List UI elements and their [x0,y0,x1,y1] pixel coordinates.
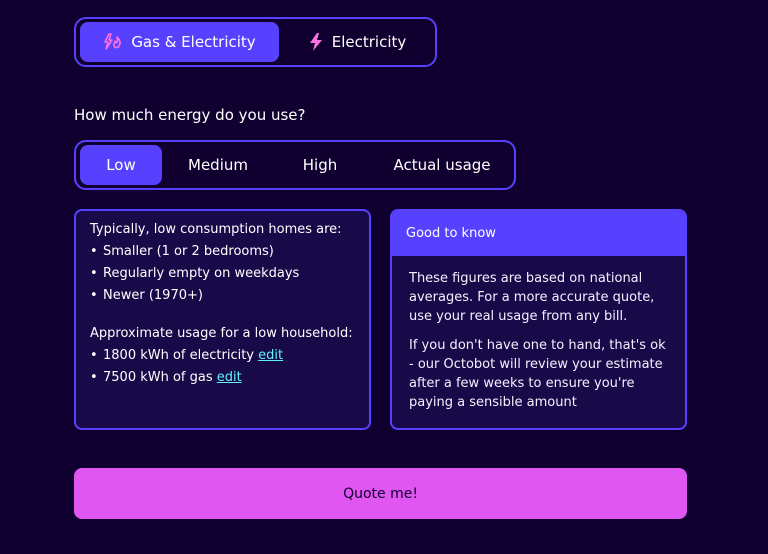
usage-option-low[interactable]: Low [80,145,162,185]
electricity-option[interactable]: Electricity [280,22,434,62]
quote-button[interactable]: Quote me! [74,468,687,519]
usage-option-high[interactable]: High [274,145,366,185]
gas-usage-item: 7500 kWh of gas edit [90,370,355,385]
list-item: Newer (1970+) [90,288,355,303]
list-item: Smaller (1 or 2 bedrooms) [90,244,355,259]
gas-electricity-option[interactable]: Gas & Electricity [80,22,279,62]
good-to-know-title: Good to know [392,211,685,256]
usage-level-toggle: Low Medium High Actual usage [74,140,516,190]
usage-option-actual[interactable]: Actual usage [372,145,512,185]
traits-list: Smaller (1 or 2 bedrooms) Regularly empt… [90,244,355,303]
fuel-type-toggle: Gas & Electricity Electricity [74,17,437,67]
usage-question: How much energy do you use? [74,106,306,124]
edit-electricity-link[interactable]: edit [258,348,283,363]
usage-estimate-list: 1800 kWh of electricity edit 7500 kWh of… [90,348,355,385]
good-to-know-card: Good to know These figures are based on … [390,209,687,430]
electricity-usage-item: 1800 kWh of electricity edit [90,348,355,363]
usage-info-card: Typically, low consumption homes are: Sm… [74,209,371,430]
electricity-usage-text: 1800 kWh of electricity [103,348,259,363]
gas-usage-text: 7500 kWh of gas [103,370,217,385]
edit-gas-link[interactable]: edit [217,370,242,385]
usage-estimate-heading: Approximate usage for a low household: [90,326,353,341]
electricity-label: Electricity [331,33,407,51]
good-to-know-paragraph: These figures are based on national aver… [409,271,655,324]
info-card-heading: Typically, low consumption homes are: [90,222,342,237]
good-to-know-paragraph: If you don't have one to hand, that's ok… [409,338,666,410]
usage-option-medium[interactable]: Medium [168,145,268,185]
gas-electricity-label: Gas & Electricity [131,33,256,51]
list-item: Regularly empty on weekdays [90,266,355,281]
lightning-icon [309,33,322,51]
good-to-know-body: These figures are based on national aver… [392,256,685,412]
gas-electricity-icon [104,33,122,50]
